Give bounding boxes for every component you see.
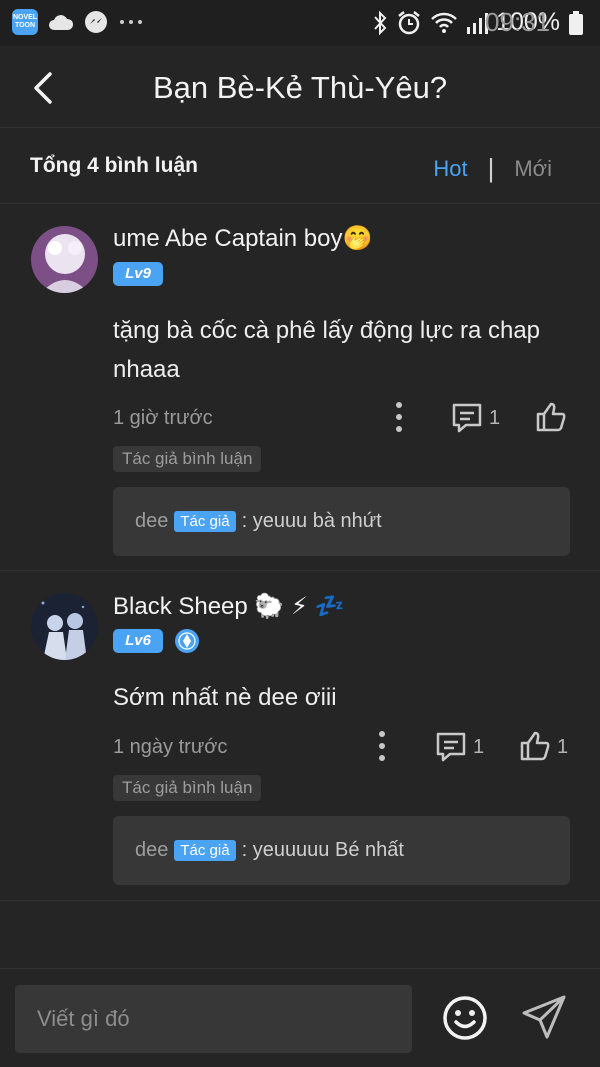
cloud-icon — [49, 15, 74, 30]
like-count: 1 — [557, 736, 569, 758]
reply-icon[interactable] — [450, 401, 484, 435]
noveltoon-app-icon: NOVEL TOON — [12, 9, 38, 35]
comment-time: 1 ngày trước — [113, 736, 228, 758]
comment-text: Sớm nhất nè dee ơiii — [113, 684, 337, 711]
more-options-icon[interactable] — [372, 729, 392, 763]
send-icon[interactable] — [520, 993, 568, 1041]
status-right: 100% 09:31 — [372, 7, 584, 37]
comment-total: Tổng 4 bình luận — [30, 154, 198, 177]
bluetooth-icon — [374, 10, 387, 35]
author-commented-tag: Tác giả bình luận — [113, 446, 262, 472]
username[interactable]: Black Sheep 🐑 ⚡ 💤 — [113, 592, 344, 621]
author-reply-box[interactable]: dee Tác giả : yeuuu bà nhứt — [113, 487, 570, 556]
author-reply-box[interactable]: dee Tác giả : yeuuuuu Bé nhất — [113, 816, 570, 885]
alarm-icon — [398, 10, 420, 34]
author-badge: Tác giả — [174, 840, 236, 861]
clock: 09:31 — [485, 7, 551, 37]
reply-count: 1 — [473, 736, 485, 758]
comment-input[interactable] — [15, 985, 412, 1053]
page-title: Bạn Bè-Kẻ Thù-Yêu? — [152, 70, 448, 105]
level-badge: Lv9 — [113, 262, 163, 286]
reply-author-name: dee — [135, 839, 169, 861]
reply-icon[interactable] — [434, 730, 468, 764]
comment-input-bar — [0, 968, 600, 1067]
sort-toggle: Hot | Mới — [433, 153, 552, 184]
reply-text: : yeuuuuu Bé nhất — [241, 839, 404, 861]
level-badge: Lv6 — [113, 629, 163, 653]
author-badge: Tác giả — [174, 511, 236, 532]
avatar-image — [31, 593, 98, 660]
messenger-icon — [85, 11, 107, 33]
emoji-icon[interactable] — [441, 994, 489, 1042]
reply-content: dee Tác giả : yeuuuuu Bé nhất — [135, 839, 404, 862]
comment-item: ume Abe Captain boy🤭 Lv9 tặng bà cốc cà … — [0, 205, 600, 571]
more-notifications-icon — [120, 20, 142, 24]
comment-text: tặng bà cốc cà phê lấy động lực ra chap … — [113, 317, 541, 383]
battery-icon — [569, 10, 583, 35]
reply-author-name: dee — [135, 510, 169, 532]
avatar-image — [31, 226, 98, 293]
status-left: NOVEL TOON — [12, 9, 144, 35]
diamond-badge-icon — [175, 629, 199, 653]
like-icon[interactable] — [534, 400, 568, 434]
sort-hot-tab[interactable]: Hot — [433, 156, 467, 182]
comment-time: 1 giờ trước — [113, 407, 213, 429]
author-commented-tag: Tác giả bình luận — [113, 775, 262, 801]
status-bar: NOVEL TOON 100% 09:31 — [0, 0, 600, 46]
top-bar: Bạn Bè-Kẻ Thù-Yêu? — [0, 46, 600, 128]
comment-item: Black Sheep 🐑 ⚡ 💤 Lv6 Sớm nhất nè dee ơi… — [0, 572, 600, 901]
wifi-icon — [431, 12, 457, 33]
sort-new-tab[interactable]: Mới — [514, 156, 552, 182]
username[interactable]: ume Abe Captain boy🤭 — [113, 224, 372, 253]
avatar[interactable] — [31, 593, 98, 660]
sort-divider: | — [487, 153, 495, 183]
reply-text: : yeuuu bà nhứt — [241, 510, 382, 532]
avatar[interactable] — [31, 226, 98, 293]
like-icon[interactable] — [518, 729, 552, 763]
comment-summary-bar: Tổng 4 bình luận Hot | Mới — [0, 128, 600, 204]
reply-content: dee Tác giả : yeuuu bà nhứt — [135, 510, 382, 533]
more-options-icon[interactable] — [389, 400, 409, 434]
reply-count: 1 — [489, 407, 501, 429]
